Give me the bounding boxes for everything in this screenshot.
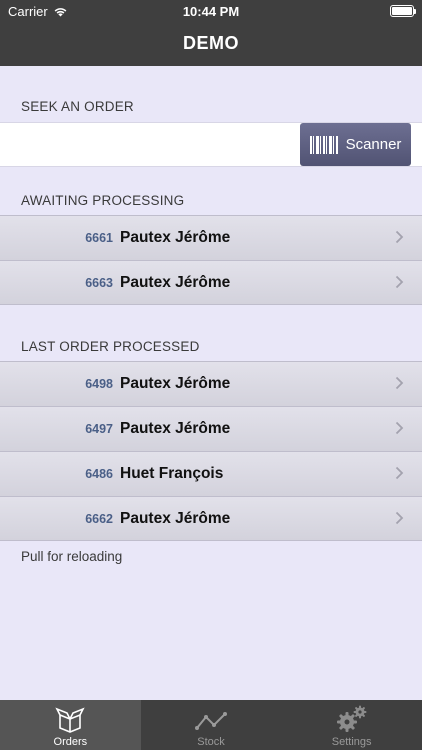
order-row[interactable]: 6498 Pautex Jérôme <box>0 361 422 406</box>
order-number: 6486 <box>85 467 113 481</box>
tab-bar: Orders Stock Settings <box>0 700 422 750</box>
customer-name: Pautex Jérôme <box>120 229 231 246</box>
order-number: 6661 <box>85 231 113 245</box>
customer-name: Pautex Jérôme <box>120 420 231 437</box>
chevron-right-icon <box>395 376 404 390</box>
scanner-label: Scanner <box>345 136 402 153</box>
pull-to-reload-note: Pull for reloading <box>21 549 123 564</box>
order-row[interactable]: 6663 Pautex Jérôme <box>0 260 422 305</box>
order-row[interactable]: 6497 Pautex Jérôme <box>0 406 422 451</box>
top-bar: Carrier 10:44 PM DEMO <box>0 0 422 66</box>
order-number: 6497 <box>85 422 113 436</box>
battery-icon <box>390 5 416 17</box>
page-title: DEMO <box>183 33 239 53</box>
processed-header: LAST ORDER PROCESSED <box>21 339 200 354</box>
barcode-icon <box>309 135 338 154</box>
chevron-right-icon <box>395 466 404 480</box>
status-bar: Carrier 10:44 PM <box>0 0 422 22</box>
tab-settings[interactable]: Settings <box>281 700 422 750</box>
order-search-input[interactable] <box>0 123 296 166</box>
search-row: Scanner <box>0 122 422 167</box>
chevron-right-icon <box>395 421 404 435</box>
customer-name: Huet François <box>120 465 224 482</box>
tab-settings-label: Settings <box>331 736 372 748</box>
order-row[interactable]: 6486 Huet François <box>0 451 422 496</box>
status-time: 10:44 PM <box>182 4 240 19</box>
seek-order-header: SEEK AN ORDER <box>21 99 134 114</box>
box-icon <box>55 707 85 733</box>
order-number: 6663 <box>85 276 113 290</box>
chevron-right-icon <box>395 230 404 244</box>
processed-list: 6498 Pautex Jérôme 6497 Pautex Jérôme 64… <box>0 361 422 541</box>
awaiting-header: AWAITING PROCESSING <box>21 193 185 208</box>
chevron-right-icon <box>395 511 404 525</box>
chevron-right-icon <box>395 275 404 289</box>
customer-name: Pautex Jérôme <box>120 375 231 392</box>
customer-name: Pautex Jérôme <box>120 274 231 291</box>
app-screen: Carrier 10:44 PM DEMO SEEK AN ORDER Scan… <box>0 0 422 750</box>
scanner-button[interactable]: Scanner <box>300 123 411 166</box>
awaiting-list: 6661 Pautex Jérôme 6663 Pautex Jérôme <box>0 215 422 305</box>
tab-stock[interactable]: Stock <box>141 700 282 750</box>
order-row[interactable]: 6662 Pautex Jérôme <box>0 496 422 541</box>
order-number: 6662 <box>85 512 113 526</box>
chart-line-icon <box>195 712 227 730</box>
order-row[interactable]: 6661 Pautex Jérôme <box>0 215 422 260</box>
order-number: 6498 <box>85 377 113 391</box>
tab-orders-label: Orders <box>53 736 88 748</box>
customer-name: Pautex Jérôme <box>120 510 231 527</box>
gears-icon <box>336 705 367 732</box>
tab-stock-label: Stock <box>197 736 225 748</box>
tab-orders[interactable]: Orders <box>0 700 141 750</box>
